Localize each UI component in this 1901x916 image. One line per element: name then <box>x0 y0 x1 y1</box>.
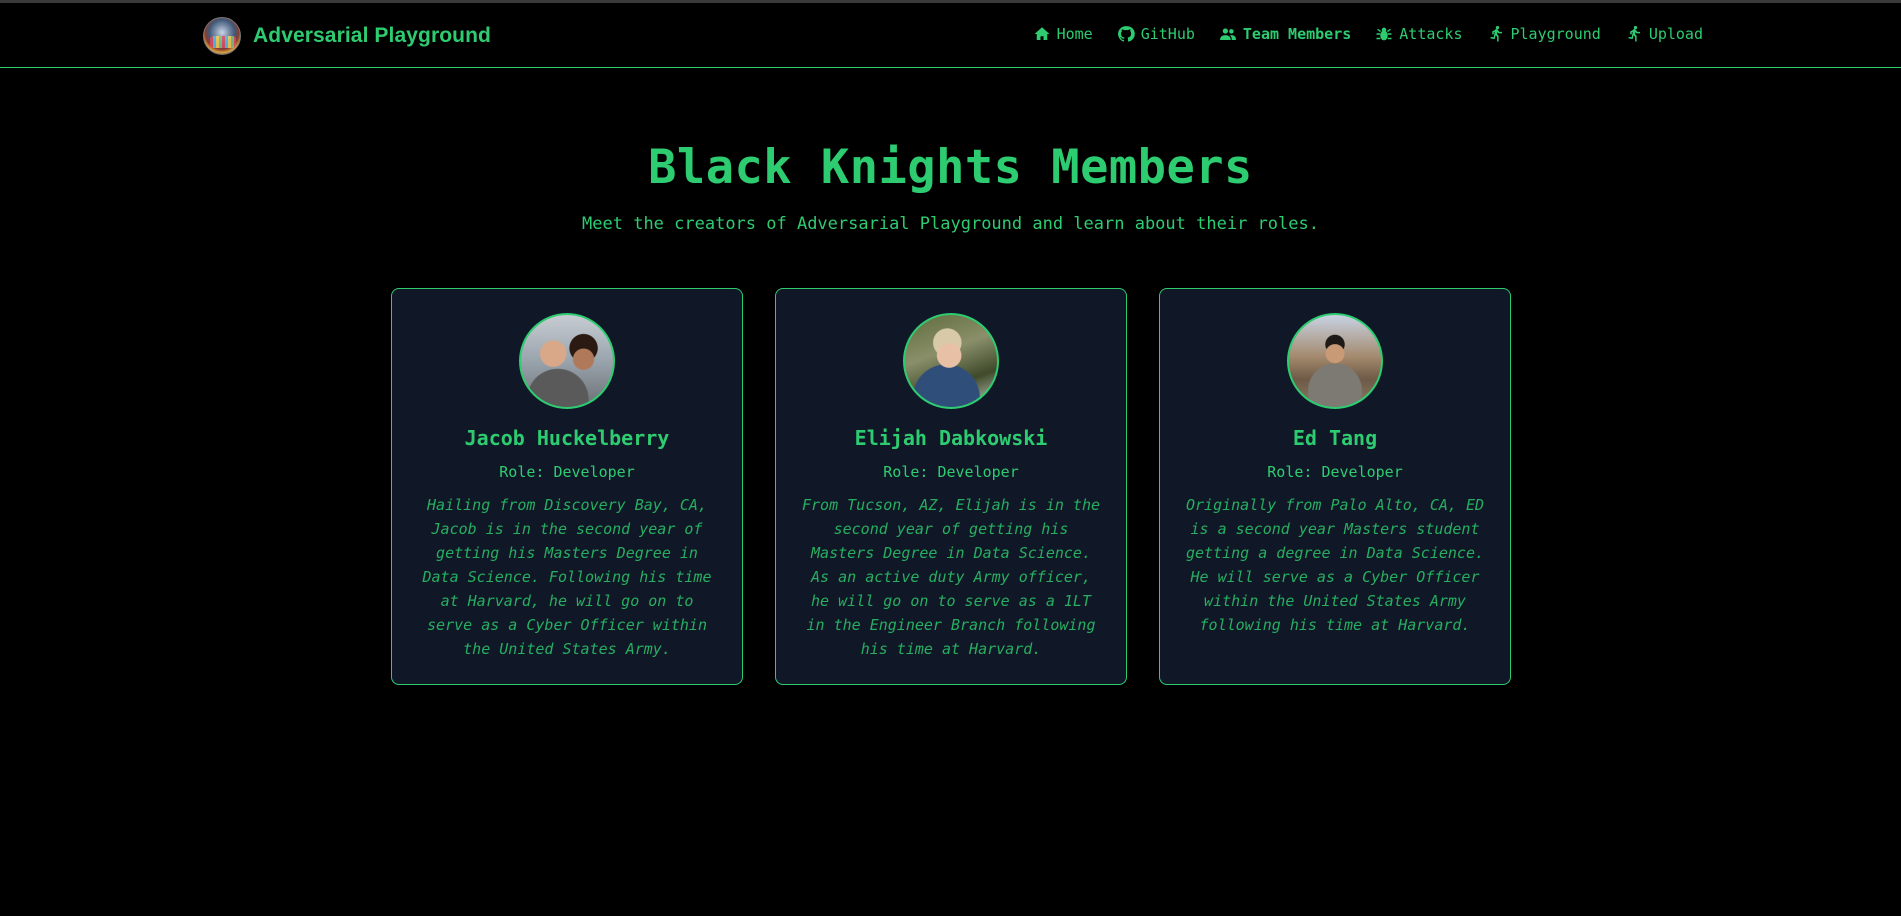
page-title: Black Knights Members <box>648 140 1253 195</box>
running-icon <box>1625 25 1643 43</box>
member-avatar <box>519 313 615 409</box>
member-card: Elijah Dabkowski Role: Developer From Tu… <box>775 288 1127 685</box>
member-card: Ed Tang Role: Developer Originally from … <box>1159 288 1511 685</box>
brand-title: Adversarial Playground <box>253 24 491 47</box>
nav-link-label: Playground <box>1510 25 1601 43</box>
bug-icon <box>1375 25 1393 43</box>
member-name: Elijah Dabkowski <box>854 426 1048 450</box>
home-icon <box>1033 25 1051 43</box>
member-avatar <box>1287 313 1383 409</box>
member-name: Ed Tang <box>1292 426 1378 450</box>
member-role: Role: Developer <box>1267 463 1403 481</box>
brand-logo <box>203 17 241 55</box>
brand-link[interactable]: Adversarial Playground <box>203 16 491 56</box>
member-bio: From Tucson, AZ, Elijah is in the second… <box>801 496 1100 658</box>
github-icon <box>1117 25 1135 43</box>
nav-link-label: Team Members <box>1242 25 1352 43</box>
page-subtitle: Meet the creators of Adversarial Playgro… <box>582 214 1319 234</box>
nav-link-attacks[interactable]: Attacks <box>1375 25 1463 43</box>
nav-link-playground[interactable]: Playground <box>1487 25 1601 43</box>
nav-link-label: Attacks <box>1399 25 1463 43</box>
member-role: Role: Developer <box>883 463 1019 481</box>
nav-link-team-members[interactable]: Team Members <box>1219 25 1351 43</box>
member-bio: Originally from Palo Alto, CA, ED is a s… <box>1185 496 1484 634</box>
nav-link-github[interactable]: GitHub <box>1117 25 1195 43</box>
nav-link-label: Home <box>1056 25 1093 43</box>
nav-link-label: Upload <box>1648 25 1703 43</box>
users-icon <box>1219 25 1237 43</box>
member-bio: Hailing from Discovery Bay, CA, Jacob is… <box>422 496 712 658</box>
member-name: Jacob Huckelberry <box>464 426 670 450</box>
member-card: Jacob Huckelberry Role: Developer Hailin… <box>391 288 743 685</box>
member-cards: Jacob Huckelberry Role: Developer Hailin… <box>391 288 1511 686</box>
running-icon <box>1487 25 1505 43</box>
nav-link-home[interactable]: Home <box>1033 25 1093 43</box>
nav-link-upload[interactable]: Upload <box>1625 25 1703 43</box>
navbar: Adversarial Playground Home GitHub Team … <box>0 3 1901 68</box>
nav-links: Home GitHub Team Members Attacks Playgro… <box>1033 25 1703 43</box>
nav-link-label: GitHub <box>1140 25 1195 43</box>
member-avatar <box>903 313 999 409</box>
member-role: Role: Developer <box>499 463 635 481</box>
